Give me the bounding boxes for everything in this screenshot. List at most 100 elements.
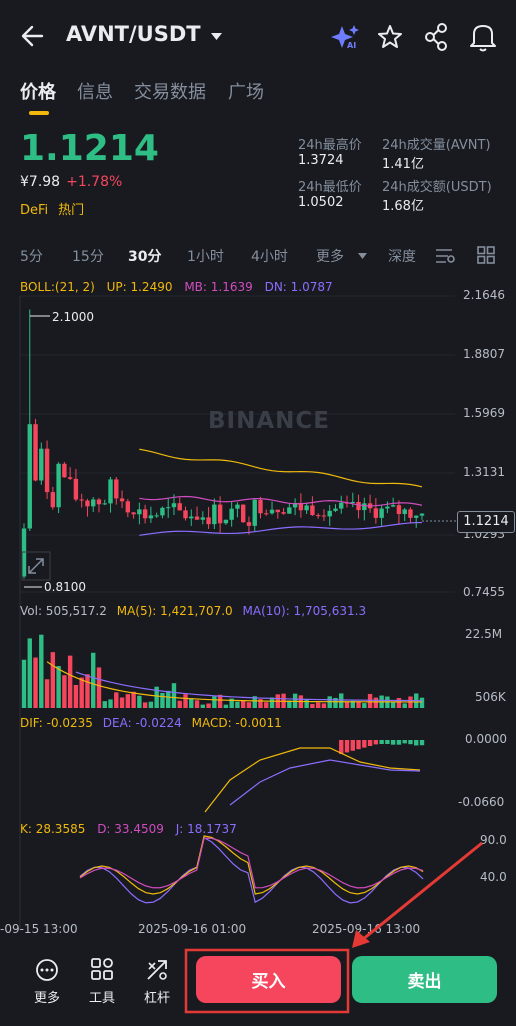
candle-body [304, 505, 309, 511]
candle-body [419, 513, 425, 516]
candle-body [281, 512, 286, 514]
volume-bar [390, 701, 396, 708]
candle-body [212, 504, 217, 525]
volume-axis-bottom: 506K [475, 690, 506, 704]
candle-body [44, 448, 50, 493]
candle-body [73, 478, 79, 500]
volume-bar [160, 692, 165, 708]
candle-body [91, 499, 96, 507]
volume-legend: Vol: 505,517.2 MA(5): 1,421,707.0 MA(10)… [20, 604, 366, 618]
candle-body [246, 522, 252, 526]
volume-bar [27, 638, 32, 708]
volume-axis-top: 22.5M [465, 627, 503, 641]
volume-bar [419, 697, 425, 708]
volume-bar [171, 683, 177, 708]
sell-button[interactable]: 卖出 [352, 956, 497, 1003]
boll-lower-line [139, 521, 423, 536]
more-label: 更多 [33, 991, 60, 1006]
macd-dea-line [229, 759, 421, 806]
macd-histogram-bar [379, 740, 384, 745]
candle-body [142, 509, 148, 519]
macd-histogram-bar [356, 740, 361, 750]
volume-ma5-line [46, 661, 423, 703]
candle-body [373, 508, 379, 518]
kdj-legend: K: 28.3585 D: 33.4509 J: 18.1737 [20, 822, 237, 836]
candle-body [67, 477, 73, 479]
binance-watermark: BINANCE [208, 408, 330, 434]
more-button[interactable]: 更多 [28, 957, 66, 1006]
macd-histogram-bar [414, 740, 419, 746]
volume-bar [189, 698, 194, 708]
buy-button[interactable]: 买入 [196, 956, 341, 1003]
macd-histogram-bar [402, 740, 407, 744]
kline-chart[interactable] [0, 0, 516, 1026]
boll-upper-line [139, 448, 423, 488]
volume-bar [142, 702, 148, 708]
candle-body [56, 463, 61, 508]
candle-body [327, 510, 332, 517]
volume-bar [166, 690, 171, 708]
volume-bar [194, 700, 200, 708]
volume-bar [373, 697, 379, 708]
candle-body [50, 492, 56, 508]
candle-body [137, 509, 142, 515]
volume-bar [344, 701, 350, 708]
candle-body [217, 504, 223, 524]
candle-body [160, 507, 165, 516]
candle-body [148, 515, 154, 519]
candle-body [287, 507, 292, 514]
candle-body [385, 506, 390, 509]
macd-histogram-bar [373, 740, 379, 745]
volume-bar [339, 693, 344, 708]
volume-bar [177, 700, 182, 708]
candle-body [362, 503, 367, 511]
candle-body [33, 424, 38, 481]
volume-bar [79, 677, 84, 708]
candle-body [264, 513, 269, 515]
candle-body [252, 499, 257, 526]
candle-body [402, 509, 407, 514]
volume-bar [125, 694, 131, 708]
volume-bar [292, 693, 298, 708]
candle-body [235, 504, 240, 509]
candle-body [258, 499, 263, 514]
candle-body [333, 508, 338, 511]
candle-body [102, 503, 107, 505]
candle-body [229, 508, 234, 520]
candle-body [62, 463, 67, 478]
bottom-action-bar: 更多 工具 杠杆 买入 卖出 [0, 945, 516, 1026]
volume-bar [96, 667, 102, 708]
volume-bar [321, 703, 327, 708]
volume-bar [246, 702, 252, 708]
candle-body [125, 501, 131, 513]
macd-histogram-bar [396, 740, 402, 745]
volume-bar [21, 659, 27, 708]
macd-histogram-bar [350, 740, 355, 751]
leverage-button[interactable]: 杠杆 [138, 957, 176, 1006]
candle-body [119, 498, 125, 502]
last-price-tag: 1.1214 [457, 511, 515, 533]
volume-bar [183, 694, 188, 708]
macd-axis-bottom: -0.0660 [458, 795, 505, 809]
candle-body [183, 510, 188, 519]
kdj-d: D: 33.4509 [97, 822, 164, 836]
volume-bar [402, 703, 407, 708]
volume-bar [396, 697, 402, 708]
macd-histogram-bar [344, 740, 350, 753]
volume-bar [148, 701, 154, 708]
kdj-k: K: 28.3585 [20, 822, 86, 836]
macd-legend: DIF: -0.0235 DEA: -0.0224 MACD: -0.0011 [20, 716, 282, 730]
candle-body [350, 502, 355, 504]
volume-value: Vol: 505,517.2 [20, 604, 107, 618]
candle-body [177, 503, 182, 511]
volume-ma5: MA(5): 1,421,707.0 [116, 604, 233, 618]
candle-body [131, 512, 136, 515]
high-marker: 2.1000 [52, 310, 94, 324]
volume-bar [67, 655, 73, 708]
volume-bar [102, 701, 107, 708]
volume-bar [85, 674, 90, 708]
macd-value: MACD: -0.0011 [191, 716, 282, 730]
tools-button[interactable]: 工具 [83, 957, 121, 1006]
volume-ma10: MA(10): 1,705,631.3 [242, 604, 367, 618]
time-axis-3: 2025-09-16 13:00 [312, 922, 421, 936]
